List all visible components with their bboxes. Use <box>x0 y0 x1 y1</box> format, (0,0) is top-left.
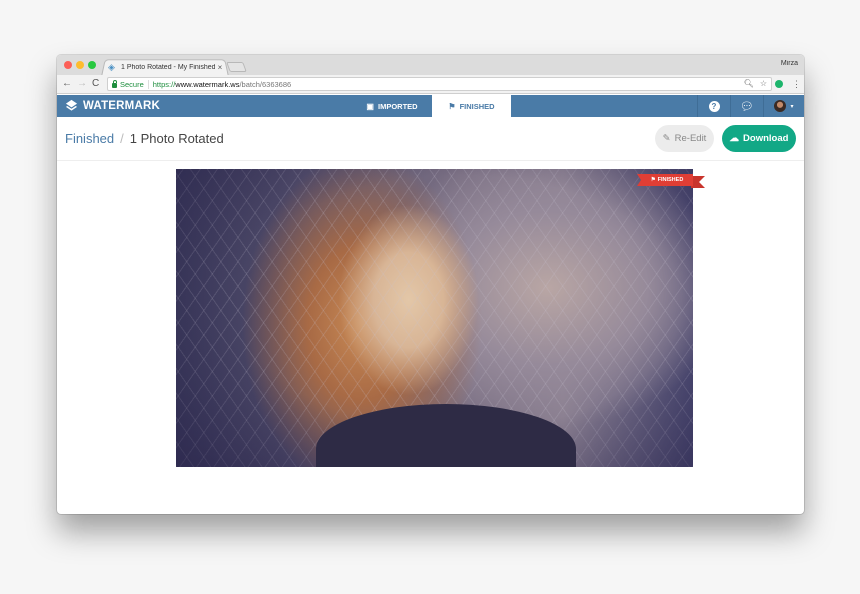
photo-subject-shoulder <box>316 404 576 467</box>
tab-finished-label: FINISHED <box>459 101 495 111</box>
lock-icon <box>112 79 117 88</box>
profile-name[interactable]: Mirza <box>781 60 798 67</box>
breadcrumb: Finished / 1 Photo Rotated <box>65 131 224 146</box>
brand-name: WATERMARK <box>83 99 160 112</box>
user-menu-button[interactable]: ▾ <box>763 95 804 117</box>
tab-imported[interactable]: ▣ IMPORTED <box>352 95 432 117</box>
browser-toolbar: ← → C Secure https:// www.watermark.ws /… <box>57 75 804 94</box>
finished-photo[interactable] <box>176 169 693 467</box>
breadcrumb-finished-link[interactable]: Finished <box>65 131 114 146</box>
close-window-button[interactable] <box>64 61 72 69</box>
browser-tab[interactable]: ◈ 1 Photo Rotated - My Finished × <box>105 60 225 75</box>
page-header: Finished / 1 Photo Rotated ✎ Re-Edit ☁ D… <box>57 117 804 161</box>
browser-window: ◈ 1 Photo Rotated - My Finished × Mirza … <box>57 55 804 514</box>
help-icon: ? <box>708 100 720 112</box>
help-button[interactable]: ? <box>697 95 730 117</box>
image-icon: ▣ <box>366 101 374 111</box>
finished-ribbon-badge: ⚑ FINISHED <box>637 174 705 188</box>
bookmark-star-icon[interactable]: ☆ <box>760 78 767 90</box>
url-scheme: https:// <box>152 79 176 89</box>
caret-down-icon: ▾ <box>790 103 794 110</box>
page-title: 1 Photo Rotated <box>129 131 224 146</box>
download-label: Download <box>743 133 789 144</box>
layers-logo-icon <box>65 99 78 111</box>
secure-label: Secure <box>120 79 149 89</box>
url-path: /batch/6363686 <box>239 79 292 89</box>
tab-imported-label: IMPORTED <box>377 101 418 111</box>
tab-strip: ◈ 1 Photo Rotated - My Finished × Mirza <box>57 55 804 77</box>
chat-button[interactable]: 💬︎ <box>730 95 763 117</box>
reload-icon[interactable]: C <box>92 78 99 90</box>
ribbon-body: ⚑ FINISHED <box>641 174 693 186</box>
flag-icon: ⚑ <box>448 101 456 111</box>
re-edit-label: Re-Edit <box>674 133 707 144</box>
ribbon-tail <box>691 176 705 188</box>
minimize-window-button[interactable] <box>76 61 84 69</box>
address-bar[interactable]: Secure https:// www.watermark.ws /batch/… <box>107 77 772 91</box>
watermark-favicon-icon: ◈ <box>108 62 115 72</box>
forward-arrow-icon[interactable]: → <box>77 78 87 90</box>
zoom-icon[interactable]: 🔍︎ <box>744 78 754 90</box>
back-arrow-icon[interactable]: ← <box>62 78 72 90</box>
cloud-download-icon: ☁ <box>729 133 740 144</box>
url-host: www.watermark.ws <box>175 79 240 89</box>
flag-icon: ⚑ <box>650 177 656 183</box>
new-tab-button[interactable] <box>226 62 247 72</box>
download-button[interactable]: ☁ Download <box>722 125 796 152</box>
browser-menu-icon[interactable]: ⋮ <box>792 78 801 90</box>
watermark-logo[interactable]: WATERMARK <box>65 99 160 112</box>
maximize-window-button[interactable] <box>88 61 96 69</box>
app-header: WATERMARK ▣ IMPORTED ⚑ FINISHED ? 💬︎ ▾ <box>57 95 804 117</box>
extension-icon[interactable] <box>775 80 783 88</box>
ribbon-label: FINISHED <box>657 177 684 183</box>
tab-finished[interactable]: ⚑ FINISHED <box>432 95 511 117</box>
tab-close-icon[interactable]: × <box>215 63 225 72</box>
breadcrumb-separator: / <box>120 131 124 146</box>
pencil-icon: ✎ <box>662 133 671 144</box>
re-edit-button[interactable]: ✎ Re-Edit <box>655 125 714 152</box>
avatar <box>774 100 787 112</box>
chat-bubbles-icon: 💬︎ <box>740 100 754 113</box>
tab-title: 1 Photo Rotated - My Finished <box>121 64 215 71</box>
